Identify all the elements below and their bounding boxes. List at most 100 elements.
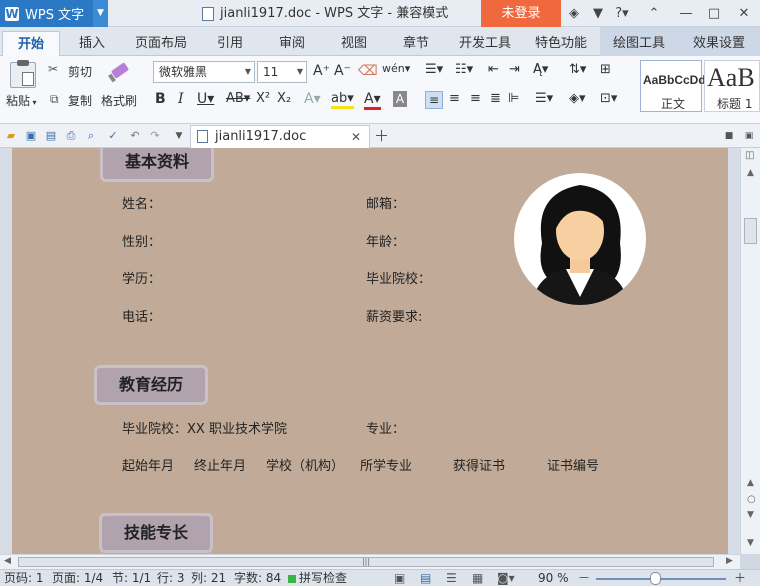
save-icon[interactable]: ▣ [24,129,38,143]
grow-font-icon[interactable]: A⁺ [313,63,330,79]
close-icon[interactable]: ✕ [736,0,752,27]
tab-insert[interactable]: 插入 [64,31,120,56]
paste-icon[interactable] [10,60,36,88]
justify-icon[interactable]: ≣ [490,91,501,106]
undo-icon[interactable]: ↶ [128,129,142,143]
zoom-slider[interactable] [596,578,726,580]
print-preview-icon[interactable]: ⌕ [84,129,98,143]
login-button[interactable]: 未登录 [481,0,561,27]
fullscreen-view-icon[interactable]: ▣ [394,570,405,586]
ruler-toggle-icon[interactable]: ◫ [745,150,754,161]
document-tab[interactable]: jianli1917.doc ✕ [190,125,370,148]
tab-developer[interactable]: 开发工具 [450,31,520,56]
horizontal-scrollbar[interactable]: ◀ ||| ▶ [0,554,740,569]
vertical-scrollbar[interactable]: ◫ ▲ ▲ ○ ▼ ▼ [740,148,760,554]
tab-list-icon[interactable]: ■ [722,129,736,143]
align-left-icon[interactable]: ≡ [425,91,443,109]
zoom-in-icon[interactable]: ＋ [734,570,746,586]
underline-icon[interactable]: U▾ [197,91,214,107]
open-folder-icon[interactable]: ▰ [4,129,18,143]
document-page[interactable]: 基本资料 姓名： 邮箱： 性别： 年龄： 学历： 毕业院校： 电话： 薪资要求:… [12,148,728,554]
scroll-right-icon[interactable]: ▶ [726,556,733,566]
new-tab-icon[interactable]: ＋ [374,129,389,144]
minimize-icon[interactable]: — [678,0,694,27]
chinese-layout-icon[interactable]: Ą▾ [533,62,548,77]
font-size-select[interactable]: 11 ▼ [257,61,307,83]
skin-icon[interactable]: ◈ [566,0,582,27]
align-center-icon[interactable]: ≡ [449,91,460,106]
previous-page-icon[interactable]: ▲ [747,478,754,488]
phonetic-guide-icon[interactable]: wén▾ [382,62,410,75]
strikethrough-icon[interactable]: AB▾ [226,91,250,106]
tab-references[interactable]: 引用 [202,31,258,56]
superscript-icon[interactable]: X² [256,91,270,106]
tab-review[interactable]: 审阅 [264,31,320,56]
font-name-select[interactable]: 微软雅黑 ▼ [153,61,255,83]
web-view-icon[interactable]: ▦ [472,570,483,586]
help-icon[interactable]: ?▾ [612,0,632,27]
font-color-icon[interactable]: A▾ [364,91,381,110]
zoom-slider-handle[interactable] [650,572,661,585]
tab-home[interactable]: 开始 [2,31,60,56]
redo-icon[interactable]: ↷ [148,129,162,143]
status-pages[interactable]: 页面: 1/4 [52,570,103,586]
reading-mode-icon[interactable]: ◙▾ [497,570,515,586]
close-tab-icon[interactable]: ✕ [351,126,361,148]
status-spell-check[interactable]: 拼写检查 [299,570,347,586]
status-column[interactable]: 列: 21 [191,570,226,586]
numbered-list-icon[interactable]: ☷▾ [455,62,473,77]
status-line[interactable]: 行: 3 [157,570,185,586]
increase-indent-icon[interactable]: ⇥ [509,62,520,77]
print-icon[interactable]: ⎙ [64,129,78,143]
subscript-icon[interactable]: X₂ [277,91,291,106]
tab-page-layout[interactable]: 页面布局 [126,31,196,56]
export-pdf-icon[interactable]: ▤ [44,129,58,143]
paste-button[interactable]: 粘贴 ▾ [6,92,37,109]
align-right-icon[interactable]: ≡ [470,91,481,106]
border-icon[interactable]: ⊡▾ [600,91,617,106]
style-heading-1[interactable]: AaB 标题 1 [704,60,760,112]
decrease-indent-icon[interactable]: ⇤ [488,62,499,77]
shading-icon[interactable]: ◈▾ [569,91,586,106]
zoom-out-icon[interactable]: － [578,570,590,586]
text-effect-icon[interactable]: A▾ [304,91,321,107]
next-page-icon[interactable]: ▼ [747,510,754,520]
status-page-number[interactable]: 页码: 1 [4,570,44,586]
browse-object-icon[interactable]: ○ [747,494,756,505]
status-word-count[interactable]: 字数: 84 [234,570,281,586]
page-view-icon[interactable]: ▤ [420,570,431,586]
customize-toolbar-icon[interactable]: ▼ [172,129,186,143]
restore-tab-icon[interactable]: ▣ [742,129,756,143]
clear-format-icon[interactable]: ⌫ [358,63,378,79]
tab-effect-settings[interactable]: 效果设置 [682,31,756,56]
zoom-level[interactable]: 90 % [538,570,569,586]
shrink-font-icon[interactable]: A⁻ [334,63,351,79]
highlight-icon[interactable]: ab▾ [331,91,354,109]
bold-icon[interactable]: B [155,91,166,107]
cut-button[interactable]: 剪切 [68,63,92,80]
tab-special-features[interactable]: 特色功能 [526,31,596,56]
outline-view-icon[interactable]: ☰ [446,570,457,586]
italic-icon[interactable]: I [178,91,184,107]
character-shading-icon[interactable]: A [393,91,407,107]
line-spacing-icon[interactable]: ☰▾ [535,91,553,106]
scroll-down-icon[interactable]: ▼ [747,538,754,548]
vertical-scroll-thumb[interactable] [744,218,757,244]
copy-button[interactable]: 复制 [68,92,92,109]
tab-drawing-tools[interactable]: 绘图工具 [604,31,674,56]
scroll-left-icon[interactable]: ◀ [4,556,11,566]
scroll-up-icon[interactable]: ▲ [747,168,754,178]
bullet-list-icon[interactable]: ☰▾ [425,62,443,77]
shirt-icon[interactable]: ▼ [590,0,606,27]
maximize-icon[interactable]: □ [706,0,722,27]
app-menu-button[interactable]: W WPS 文字 ▼ [0,0,108,27]
chevron-down-icon[interactable]: ▼ [93,0,108,27]
sort-icon[interactable]: ⇅▾ [569,62,586,77]
distributed-icon[interactable]: ⊫ [508,91,519,106]
collapse-ribbon-icon[interactable]: ⌃ [646,0,662,27]
format-painter-button[interactable]: 格式刷 [101,92,137,109]
spellcheck-icon[interactable]: ✓ [106,129,120,143]
tab-section[interactable]: 章节 [388,31,444,56]
table-icon[interactable]: ⊞ [600,62,611,77]
tab-view[interactable]: 视图 [326,31,382,56]
